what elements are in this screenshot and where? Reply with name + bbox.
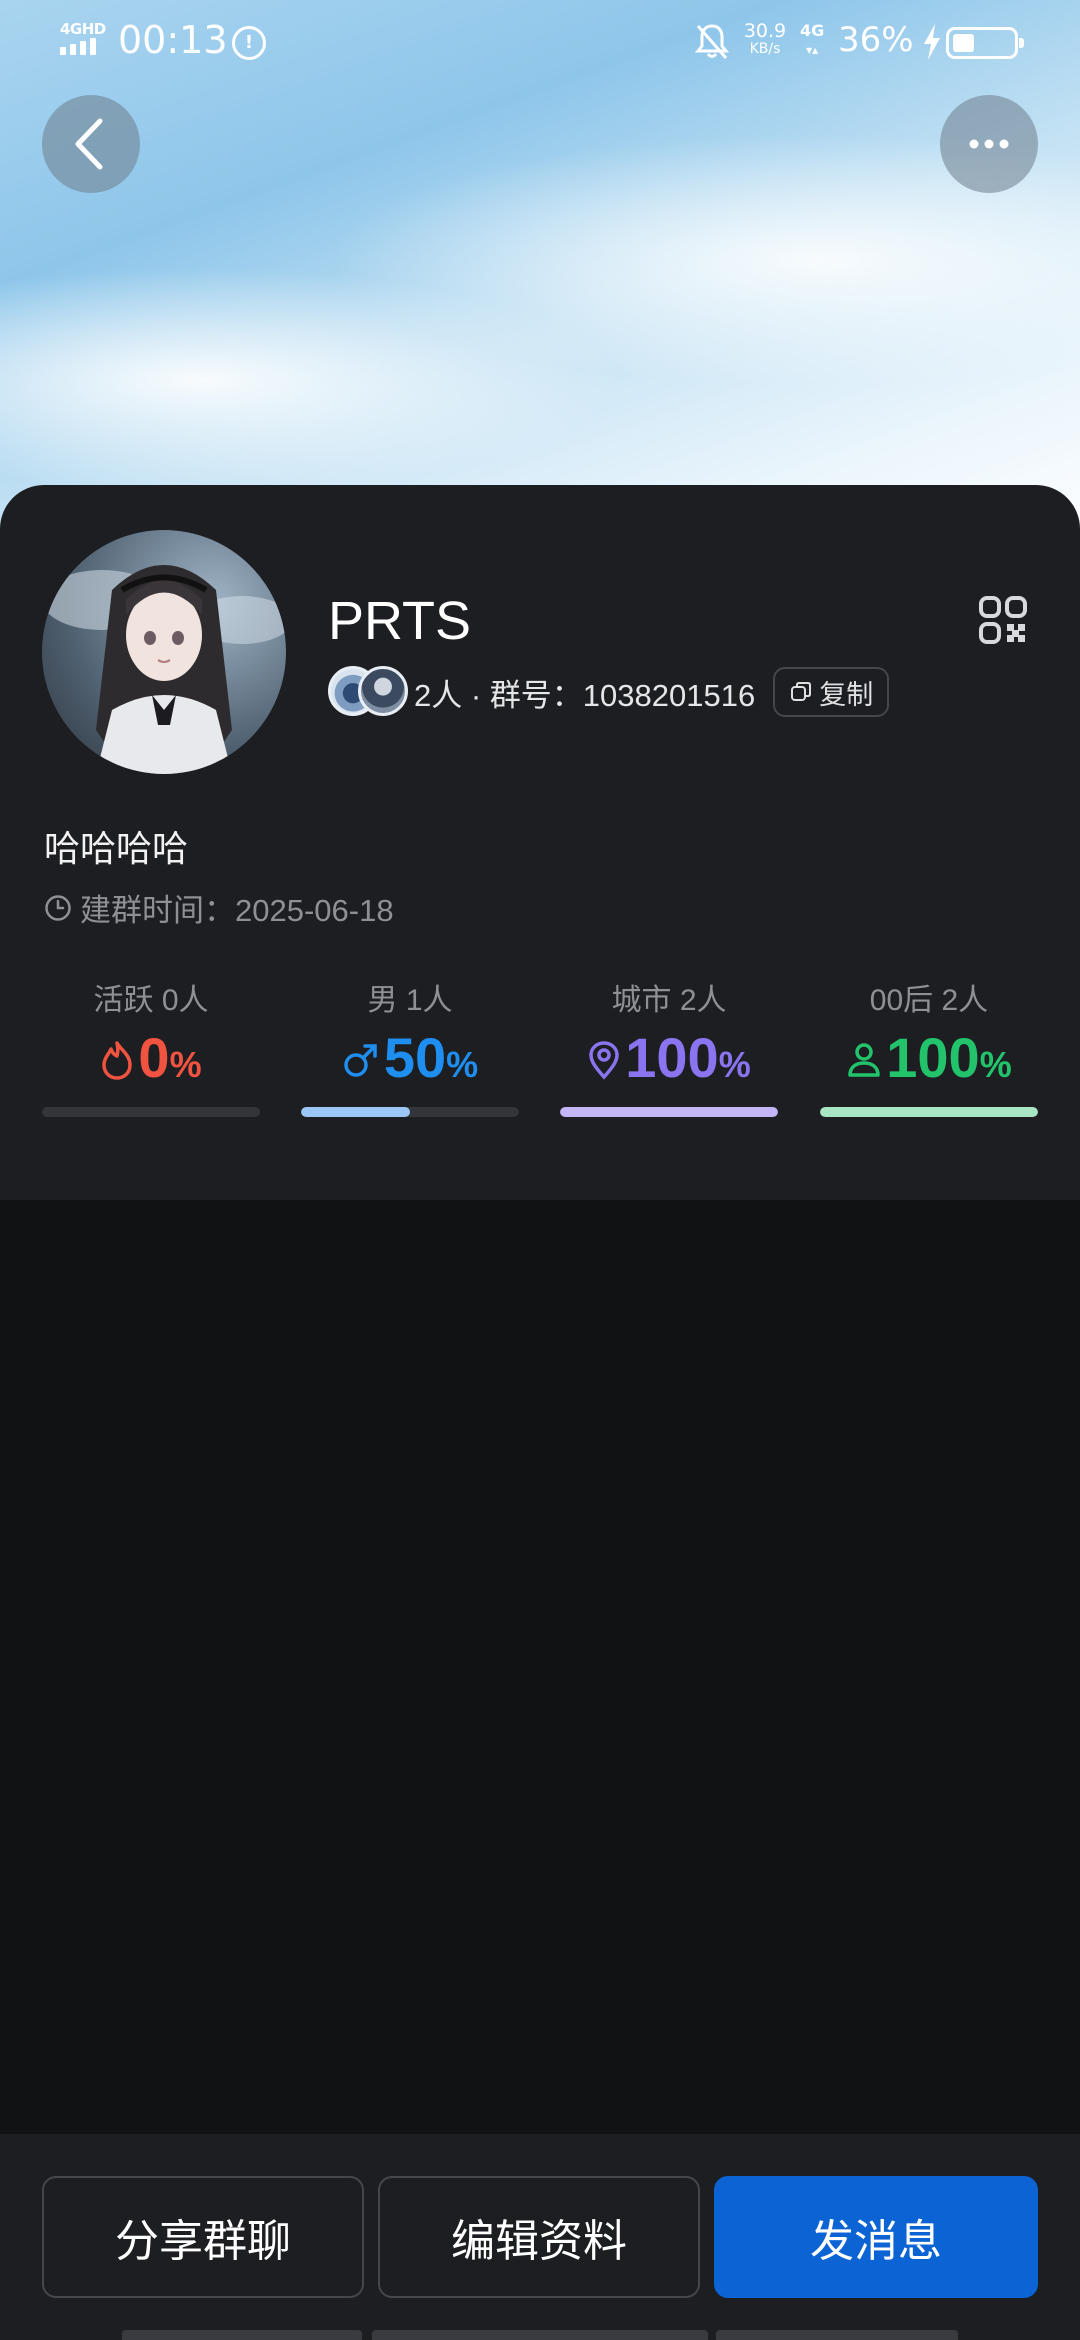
send-message-button[interactable]: 发消息 <box>714 2176 1038 2298</box>
created-date-row: 建群时间：2025-06-18 <box>44 885 394 930</box>
battery-fill <box>953 34 974 52</box>
stat-progress-bar <box>560 1107 778 1117</box>
share-group-button[interactable]: 分享群聊 <box>42 2176 364 2298</box>
stat-label: 活跃 0人 <box>93 984 209 1017</box>
stat-number: 50 <box>383 1026 447 1089</box>
group-intro: 哈哈哈哈 <box>44 829 189 870</box>
charging-icon <box>924 24 940 60</box>
stat-label: 城市 2人 <box>611 984 727 1017</box>
more-button[interactable] <box>940 95 1038 193</box>
speed-value: 30.9 <box>743 20 787 42</box>
stat-progress-track <box>820 1107 1038 1117</box>
back-button[interactable] <box>42 95 140 193</box>
stat-unit: % <box>446 1044 479 1085</box>
member-avatar <box>358 666 408 716</box>
created-date-text: 建群时间：2025-06-18 <box>80 893 394 928</box>
stat-progress-bar <box>301 1107 410 1117</box>
location-pin-icon <box>587 1040 621 1080</box>
anime-girl-avatar-image <box>42 565 286 774</box>
edit-profile-button[interactable]: 编辑资料 <box>378 2176 700 2298</box>
stat-label: 男 1人 <box>367 984 453 1017</box>
nav-hint <box>716 2330 958 2340</box>
male-icon <box>342 1041 380 1079</box>
nav-hint <box>372 2330 708 2340</box>
alert-icon: ! <box>232 26 266 60</box>
person-icon <box>846 1041 882 1079</box>
battery-icon <box>946 27 1024 59</box>
stat-value: 0 % <box>42 1025 260 1095</box>
network-speed: 30.9 KB/s <box>742 22 788 58</box>
stat-number: 100 <box>625 1026 719 1089</box>
network-type-label: 4G <box>800 21 825 40</box>
stat-progress-track <box>42 1107 260 1117</box>
stat-progress-track <box>560 1107 778 1117</box>
stat-generation[interactable]: 00后 2人 100 % <box>820 975 1038 1175</box>
member-count-and-group-id: 2人 · 群号：1038201516 <box>414 677 756 713</box>
stat-label: 00后 2人 <box>869 984 989 1017</box>
stat-unit: % <box>979 1044 1012 1085</box>
stat-progress-bar <box>820 1107 1038 1117</box>
member-avatars[interactable] <box>328 666 410 718</box>
status-time: 00:13 <box>118 18 228 62</box>
stat-unit: % <box>169 1044 202 1085</box>
status-bar: 4GHD 00:13 ! 30.9 KB/s 4G ▾▴ 36% <box>0 0 1080 86</box>
chevron-left-icon <box>75 118 103 170</box>
stat-value: 100 % <box>560 1025 778 1095</box>
nav-hint <box>122 2330 362 2340</box>
group-meta-row: 2人 · 群号：1038201516 复制 <box>328 665 890 719</box>
network-label: 4GHD <box>60 20 106 38</box>
network-type: 4G ▾▴ <box>800 21 825 58</box>
qr-code-icon[interactable] <box>978 595 1028 645</box>
group-stats: 活跃 0人 0 % 男 1人 50 % 城市 2人 100 % 00后 2人 1… <box>42 975 1038 1175</box>
battery-percent: 36% <box>838 20 914 60</box>
clock-icon <box>45 894 71 921</box>
more-dots-icon <box>969 139 1009 149</box>
signal-icon: 4GHD <box>58 20 108 60</box>
bottom-action-bar: 分享群聊 编辑资料 发消息 <box>0 2134 1080 2340</box>
stat-value: 100 % <box>820 1025 1038 1095</box>
copy-group-id-button[interactable]: 复制 <box>773 667 890 717</box>
stat-active[interactable]: 活跃 0人 0 % <box>42 975 260 1175</box>
stat-progress-track <box>301 1107 519 1117</box>
stat-unit: % <box>718 1044 751 1085</box>
stat-number: 0 <box>138 1026 170 1089</box>
flame-icon <box>100 1040 134 1080</box>
stat-male[interactable]: 男 1人 50 % <box>301 975 519 1175</box>
stat-value: 50 % <box>301 1025 519 1095</box>
group-profile-card: PRTS 2人 · 群号：1038201516 复制 哈哈哈哈 建群时间：202… <box>0 485 1080 1200</box>
group-name: PRTS <box>328 591 472 651</box>
copy-label: 复制 <box>819 679 874 711</box>
bell-muted-icon <box>694 24 730 59</box>
group-avatar[interactable] <box>42 530 286 774</box>
copy-icon <box>791 682 812 701</box>
speed-unit: KB/s <box>749 41 781 57</box>
stat-city[interactable]: 城市 2人 100 % <box>560 975 778 1175</box>
stat-number: 100 <box>886 1026 980 1089</box>
